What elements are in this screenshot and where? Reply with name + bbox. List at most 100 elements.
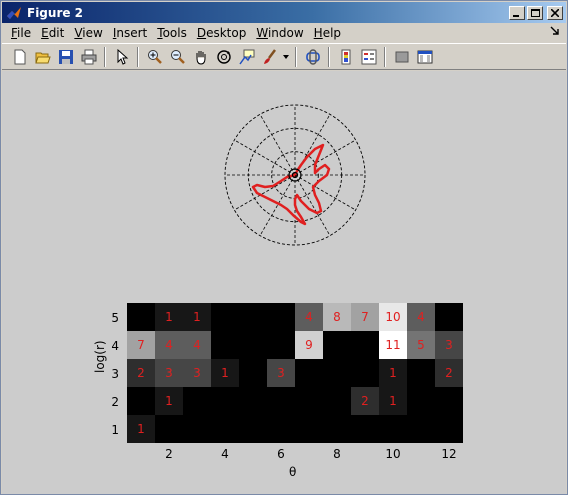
heatmap-cell — [239, 331, 267, 359]
menu-file[interactable]: File — [6, 26, 36, 40]
menu-insert[interactable]: Insert — [108, 26, 152, 40]
heatmap-cell-label: 5 — [417, 338, 425, 352]
heatmap-cell-label: 10 — [385, 310, 401, 324]
heatmap-cell: 3 — [155, 359, 183, 387]
heatmap-cell — [239, 387, 267, 415]
heatmap-cell-label: 4 — [417, 310, 425, 324]
heatmap-cell: 4 — [407, 303, 435, 331]
x-tick-label: 10 — [385, 447, 401, 461]
menu-tools[interactable]: Tools — [152, 26, 192, 40]
heatmap-cell: 1 — [379, 359, 407, 387]
brush-button[interactable] — [258, 46, 281, 68]
heatmap-cell: 3 — [183, 359, 211, 387]
heatmap-cell: 1 — [379, 387, 407, 415]
heatmap-cell — [267, 387, 295, 415]
save-button[interactable] — [54, 46, 77, 68]
x-tick-label: 2 — [165, 447, 173, 461]
heatmap-plot: 1 1 4 8 7 10 4 7 4 4 9 11 5 3 2 3 3 1 3 1 2 1 2 1 1 — [127, 303, 463, 443]
heatmap-cell: 1 — [211, 359, 239, 387]
maximize-icon — [530, 8, 540, 17]
heatmap-cell-label: 1 — [165, 310, 173, 324]
heatmap-cell — [407, 415, 435, 443]
heatmap-cell — [435, 415, 463, 443]
dock-arrow-icon[interactable] — [550, 26, 560, 36]
y-tick-label: 3 — [111, 367, 119, 381]
rotate-3d-icon — [216, 49, 231, 64]
toolbar-separator — [137, 46, 139, 67]
heatmap-cell-label: 2 — [137, 366, 145, 380]
menu-window[interactable]: Window — [251, 26, 308, 40]
y-tick-label: 2 — [111, 395, 119, 409]
brush-dropdown[interactable] — [281, 46, 291, 68]
polar-spoke — [294, 174, 331, 236]
open-file-button[interactable] — [31, 46, 54, 68]
heatmap-cell — [407, 359, 435, 387]
save-icon — [58, 49, 73, 64]
maximize-button[interactable] — [527, 5, 543, 20]
legend-button[interactable] — [357, 46, 380, 68]
heatmap-cell: 9 — [295, 331, 323, 359]
show-plot-tools-icon — [417, 50, 432, 63]
heatmap-cell: 1 — [155, 303, 183, 331]
figure-window: Figure 2 File Edit View Insert Tools Des… — [0, 0, 568, 495]
colorbar-button[interactable] — [334, 46, 357, 68]
link-plot-button[interactable] — [301, 46, 324, 68]
heatmap-cell-label: 3 — [165, 366, 173, 380]
heatmap-cell — [211, 415, 239, 443]
minimize-button[interactable] — [509, 5, 525, 20]
pointer-icon — [117, 48, 128, 65]
heatmap-cell: 11 — [379, 331, 407, 359]
data-cursor-icon — [238, 49, 254, 64]
menu-desktop[interactable]: Desktop — [192, 26, 252, 40]
heatmap-cell: 5 — [407, 331, 435, 359]
matlab-logo-icon — [7, 6, 21, 19]
minimize-icon — [513, 14, 519, 17]
heatmap-cell-label: 3 — [193, 366, 201, 380]
menu-view[interactable]: View — [69, 26, 107, 40]
heatmap-cell — [379, 415, 407, 443]
heatmap-cell: 4 — [183, 331, 211, 359]
link-plot-icon — [305, 48, 320, 65]
hide-plot-tools-icon — [395, 51, 408, 62]
print-button[interactable] — [77, 46, 100, 68]
zoom-out-button[interactable] — [166, 46, 189, 68]
menu-help[interactable]: Help — [309, 26, 346, 40]
heatmap-cell — [127, 387, 155, 415]
heatmap-cell-label: 2 — [445, 366, 453, 380]
heatmap-x-label: θ — [289, 465, 297, 479]
heatmap-cell: 2 — [127, 359, 155, 387]
heatmap-cell: 3 — [267, 359, 295, 387]
y-tick-label: 5 — [111, 311, 119, 325]
show-plot-tools-button[interactable] — [413, 46, 436, 68]
menu-bar: File Edit View Insert Tools Desktop Wind… — [2, 23, 566, 43]
zoom-out-icon — [170, 49, 185, 64]
polar-spoke — [234, 139, 296, 176]
heatmap-cell: 7 — [351, 303, 379, 331]
heatmap-cell — [323, 415, 351, 443]
heatmap-cell — [267, 303, 295, 331]
heatmap-cell — [183, 415, 211, 443]
heatmap-cell — [183, 387, 211, 415]
heatmap-y-label: log(r) — [93, 340, 107, 373]
heatmap-cell — [323, 387, 351, 415]
chevron-down-icon — [283, 54, 289, 59]
open-file-icon — [34, 52, 51, 63]
heatmap-cell — [351, 359, 379, 387]
heatmap-cell: 8 — [323, 303, 351, 331]
heatmap-cell — [435, 303, 463, 331]
heatmap-cell: 1 — [155, 387, 183, 415]
hide-plot-tools-button[interactable] — [390, 46, 413, 68]
figure-toolbar — [2, 43, 566, 70]
close-button[interactable] — [547, 5, 563, 20]
heatmap-cell-label: 4 — [305, 310, 313, 324]
heatmap-cell: 2 — [435, 359, 463, 387]
menu-edit[interactable]: Edit — [36, 26, 69, 40]
new-figure-button[interactable] — [8, 46, 31, 68]
heatmap-y-axis: 5 4 3 2 1 — [111, 303, 127, 443]
heatmap-cell-label: 1 — [389, 394, 397, 408]
rotate-3d-button[interactable] — [212, 46, 235, 68]
pan-button[interactable] — [189, 46, 212, 68]
data-cursor-button[interactable] — [235, 46, 258, 68]
pointer-button[interactable] — [110, 46, 133, 68]
zoom-in-button[interactable] — [143, 46, 166, 68]
